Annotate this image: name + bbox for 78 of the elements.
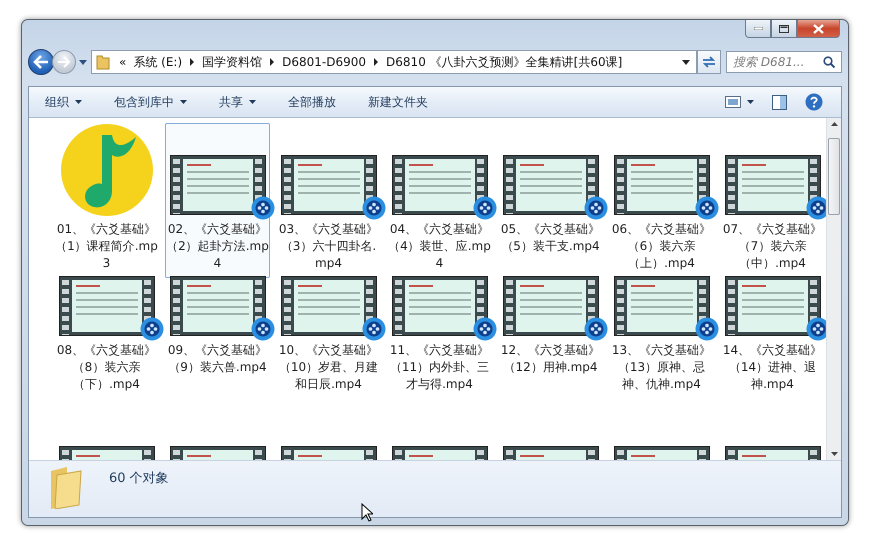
file-name: 12、《六爻基础》（12）用神.mp4 [500, 342, 602, 376]
toolbar-button[interactable]: 全部播放 [281, 90, 343, 114]
chevron-icon[interactable] [373, 58, 380, 66]
maximize-button[interactable] [771, 20, 797, 38]
file-name: 13、《六爻基础》（13）原神、忌神、仇神.mp4 [610, 342, 712, 393]
back-arrow-icon [33, 55, 49, 69]
scrollbar[interactable] [826, 118, 841, 460]
overflow-chevron[interactable]: « [119, 55, 126, 69]
file-item[interactable]: 13、《六爻基础》（13）原神、忌神、仇神.mp4 [609, 278, 714, 448]
refresh-button[interactable] [697, 50, 721, 74]
close-button[interactable] [797, 20, 840, 38]
view-icon [725, 96, 741, 108]
file-name: 11、《六爻基础》（11）内外卦、三才与得.mp4 [388, 342, 490, 393]
refresh-icon [701, 55, 717, 69]
film-reel-icon [472, 317, 496, 341]
file-name: 04、《六爻基础》（4）装世、应.mp4 [388, 221, 491, 272]
film-reel-icon [472, 196, 496, 220]
file-item[interactable]: 05、《六爻基础》（5）装干支.mp4 [498, 123, 603, 278]
pane-icon [772, 94, 787, 110]
film-reel-icon [694, 196, 718, 220]
breadcrumb[interactable]: D6801-D6900 [282, 55, 366, 69]
address-bar[interactable]: « 系统 (E:) 国学资料馆 D6801-D6900 D6810 《八卦六爻预测》全集精讲[共60课] [91, 50, 697, 74]
breadcrumb[interactable]: D6810 《八卦六爻预测》全集精讲[共60课] [386, 54, 622, 70]
close-icon [813, 24, 824, 34]
caret-icon [747, 100, 754, 104]
film-reel-icon [362, 196, 386, 220]
film-reel-icon [362, 317, 386, 341]
chevron-icon[interactable] [269, 58, 276, 66]
music-note-icon [60, 123, 154, 217]
file-item[interactable]: 01、《六爻基础》（1）课程简介.mp3 [54, 123, 159, 278]
search-icon [823, 56, 835, 68]
back-button[interactable] [28, 49, 54, 75]
minimize-icon [754, 27, 762, 30]
scrollbar-thumb[interactable] [828, 138, 840, 215]
file-item[interactable]: 08、《六爻基础》（8）装六亲（下）.mp4 [54, 278, 159, 448]
film-reel-icon [584, 196, 608, 220]
toolbar-button[interactable]: 新建文件夹 [361, 90, 435, 114]
file-name: 14、《六爻基础》（14）进神、退神.mp4 [722, 342, 824, 393]
file-item[interactable]: 09、《六爻基础》（9）装六兽.mp4 [165, 278, 270, 448]
file-item[interactable]: 12、《六爻基础》（12）用神.mp4 [498, 278, 603, 448]
help-icon [805, 93, 823, 111]
toolbar-button[interactable]: 包含到库中 [107, 90, 194, 114]
file-name: 02、《六爻基础》（2）起卦方法.mp4 [166, 221, 269, 272]
folder-icon [96, 54, 110, 70]
minimize-button[interactable] [745, 20, 771, 38]
dropdown-caret-icon[interactable] [682, 60, 690, 64]
scroll-up-icon [830, 122, 838, 126]
caret-icon[interactable] [79, 60, 87, 64]
file-name: 01、《六爻基础》（1）课程简介.mp3 [55, 221, 158, 272]
file-item[interactable]: 04、《六爻基础》（4）装世、应.mp4 [387, 123, 492, 278]
file-name: 07、《六爻基础》（7）装六亲（中）.mp4 [722, 221, 824, 272]
toolbar-button[interactable]: 共享 [212, 90, 263, 114]
file-item[interactable]: 03、《六爻基础》（3）六十四卦名.mp4 [276, 123, 381, 278]
file-name: 05、《六爻基础》（5）装干支.mp4 [500, 221, 602, 255]
file-item[interactable]: 11、《六爻基础》（11）内外卦、三才与得.mp4 [387, 278, 492, 448]
file-item[interactable]: 14、《六爻基础》（14）进神、退神.mp4 [720, 278, 825, 448]
file-name: 08、《六爻基础》（8）装六亲（下）.mp4 [56, 342, 158, 393]
film-reel-icon [584, 317, 608, 341]
film-reel-icon [140, 317, 164, 341]
file-name: 10、《六爻基础》（10）岁君、月建和日辰.mp4 [278, 342, 380, 393]
maximize-icon [779, 24, 789, 32]
breadcrumb[interactable]: 国学资料馆 [202, 54, 262, 70]
toolbar-button[interactable]: 组织 [38, 90, 89, 114]
film-reel-icon [250, 317, 274, 341]
film-reel-icon [250, 196, 274, 220]
file-name: 09、《六爻基础》（9）装六兽.mp4 [166, 342, 268, 376]
file-item[interactable]: 07、《六爻基础》（7）装六亲（中）.mp4 [720, 123, 825, 278]
search-field[interactable]: 搜索 D681... [726, 51, 842, 73]
film-reel-icon [694, 317, 718, 341]
item-count: 60 个对象 [109, 470, 169, 487]
file-name: 03、《六爻基础》（3）六十四卦名.mp4 [278, 221, 380, 272]
chevron-icon[interactable] [189, 58, 196, 66]
file-item[interactable]: 10、《六爻基础》（10）岁君、月建和日辰.mp4 [276, 278, 381, 448]
scroll-down-icon [830, 452, 838, 456]
file-item[interactable]: 06、《六爻基础》（6）装六亲（上）.mp4 [609, 123, 714, 278]
forward-arrow-icon [57, 56, 71, 68]
file-name: 06、《六爻基础》（6）装六亲（上）.mp4 [610, 221, 712, 272]
breadcrumb[interactable]: 系统 (E:) [133, 54, 182, 70]
